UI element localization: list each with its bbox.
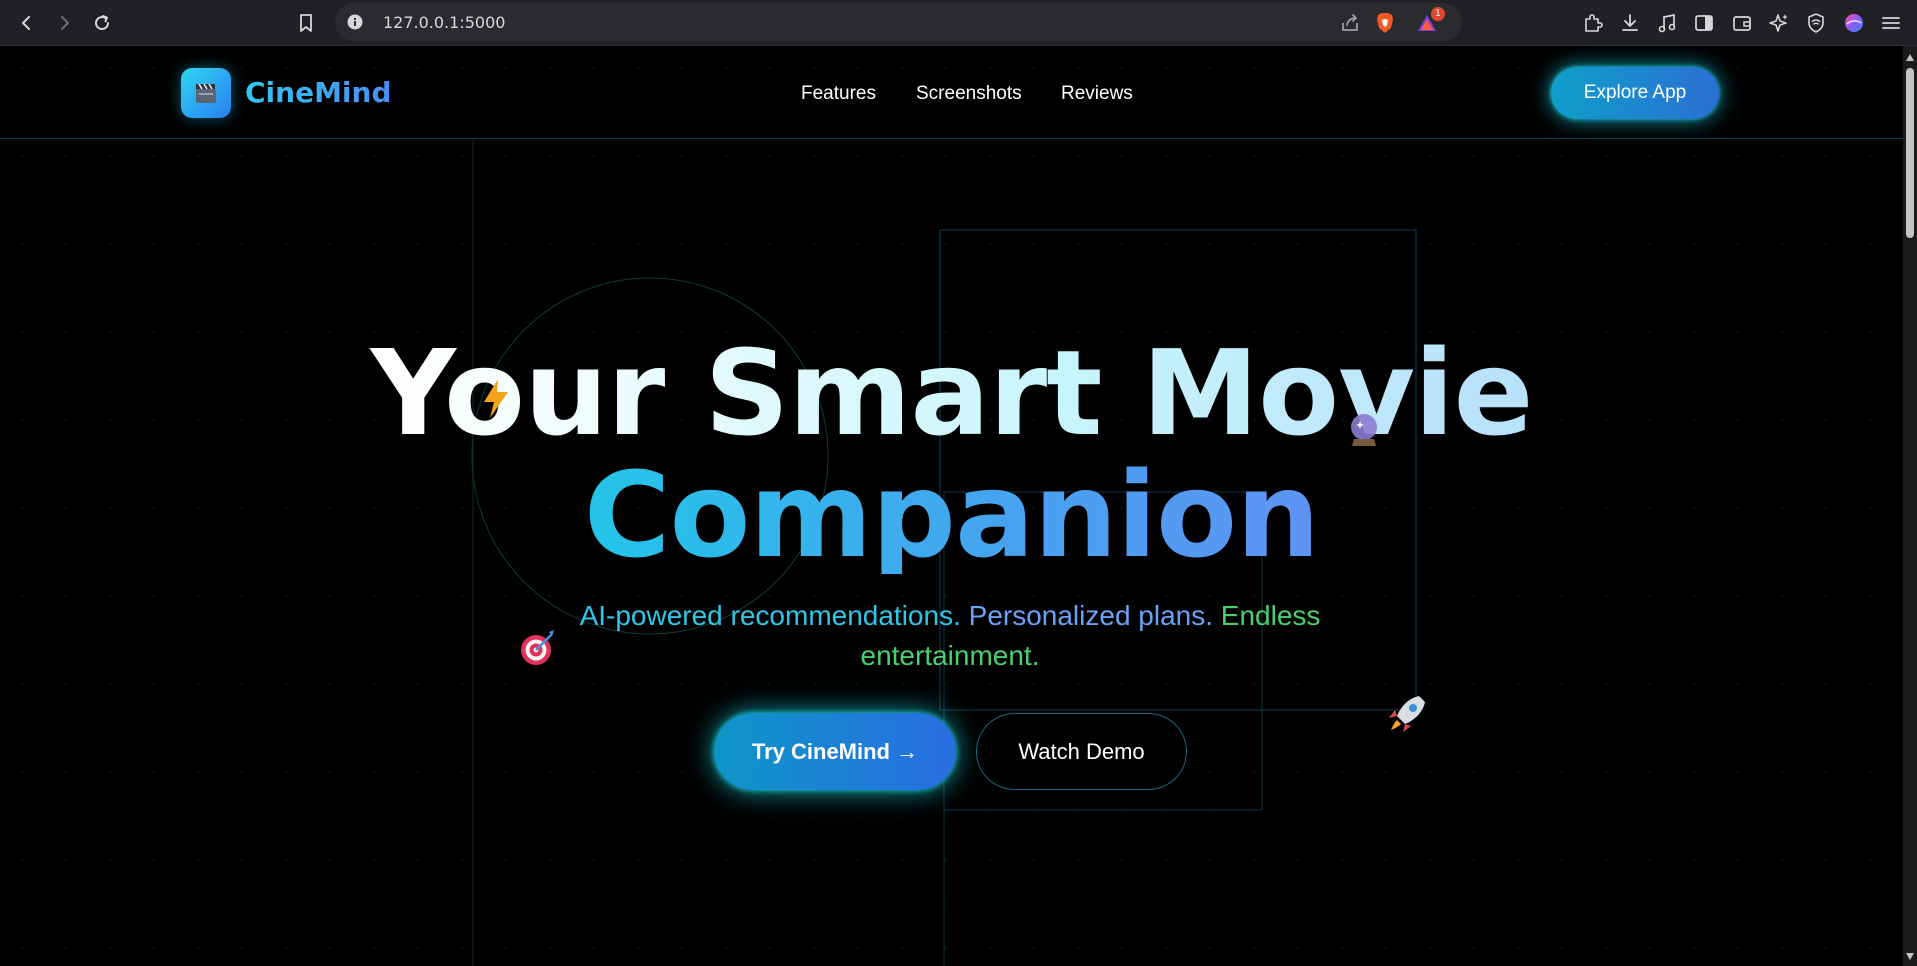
forward-icon[interactable] (50, 9, 78, 37)
notification-badge: 1 (1431, 7, 1445, 21)
scrollbar-thumb[interactable] (1906, 68, 1914, 238)
vpn-icon[interactable] (1802, 9, 1830, 37)
menu-icon[interactable] (1877, 9, 1905, 37)
try-cinemind-button[interactable]: Try CineMind → (714, 713, 956, 790)
logo-badge[interactable] (181, 68, 231, 118)
music-icon[interactable] (1653, 9, 1681, 37)
browser-toolbar: 127.0.0.1:5000 1 (0, 0, 1917, 46)
brave-shield-icon[interactable] (1373, 11, 1397, 35)
web-page: CineMind Features Screenshots Reviews Ex… (0, 46, 1903, 966)
crystal-ball-icon (1351, 414, 1377, 446)
sidebar-icon[interactable] (1690, 9, 1718, 37)
hero-subtitle: AI-powered recommendations. Personalized… (535, 596, 1365, 676)
nav-reviews[interactable]: Reviews (1061, 83, 1133, 105)
subtitle-part1: AI-powered recommendations. (579, 600, 961, 631)
subtitle-part2: Personalized plans. (968, 600, 1214, 631)
explore-app-button[interactable]: Explore App (1551, 67, 1719, 119)
bookmark-icon[interactable] (292, 9, 320, 37)
hero-title-line2: Companion (0, 456, 1903, 574)
clapper-icon (196, 83, 216, 103)
share-icon[interactable] (1338, 11, 1362, 35)
page-scrollbar[interactable] (1903, 46, 1917, 966)
info-icon[interactable] (345, 12, 365, 32)
watch-demo-button[interactable]: Watch Demo (976, 713, 1187, 790)
scroll-down-arrow-icon[interactable] (1906, 953, 1914, 960)
nav-screenshots[interactable]: Screenshots (916, 83, 1022, 105)
hero-title-line1: Your Smart Movie (0, 334, 1903, 452)
reload-icon[interactable] (88, 9, 116, 37)
wallet-icon[interactable] (1728, 9, 1756, 37)
site-header: CineMind Features Screenshots Reviews Ex… (0, 46, 1903, 139)
profile-icon[interactable] (1840, 9, 1868, 37)
lightning-icon (484, 379, 508, 418)
rewards-icon[interactable]: 1 (1415, 7, 1445, 35)
scroll-up-arrow-icon[interactable] (1906, 54, 1914, 61)
download-icon[interactable] (1616, 9, 1644, 37)
back-icon[interactable] (13, 9, 41, 37)
leo-icon[interactable] (1765, 9, 1793, 37)
extensions-icon[interactable] (1578, 9, 1606, 37)
address-bar[interactable]: 127.0.0.1:5000 1 (335, 3, 1462, 41)
brand-name[interactable]: CineMind (245, 76, 392, 109)
url-text[interactable]: 127.0.0.1:5000 (383, 13, 505, 32)
nav-features[interactable]: Features (801, 83, 876, 105)
rocket-icon (1389, 696, 1425, 732)
